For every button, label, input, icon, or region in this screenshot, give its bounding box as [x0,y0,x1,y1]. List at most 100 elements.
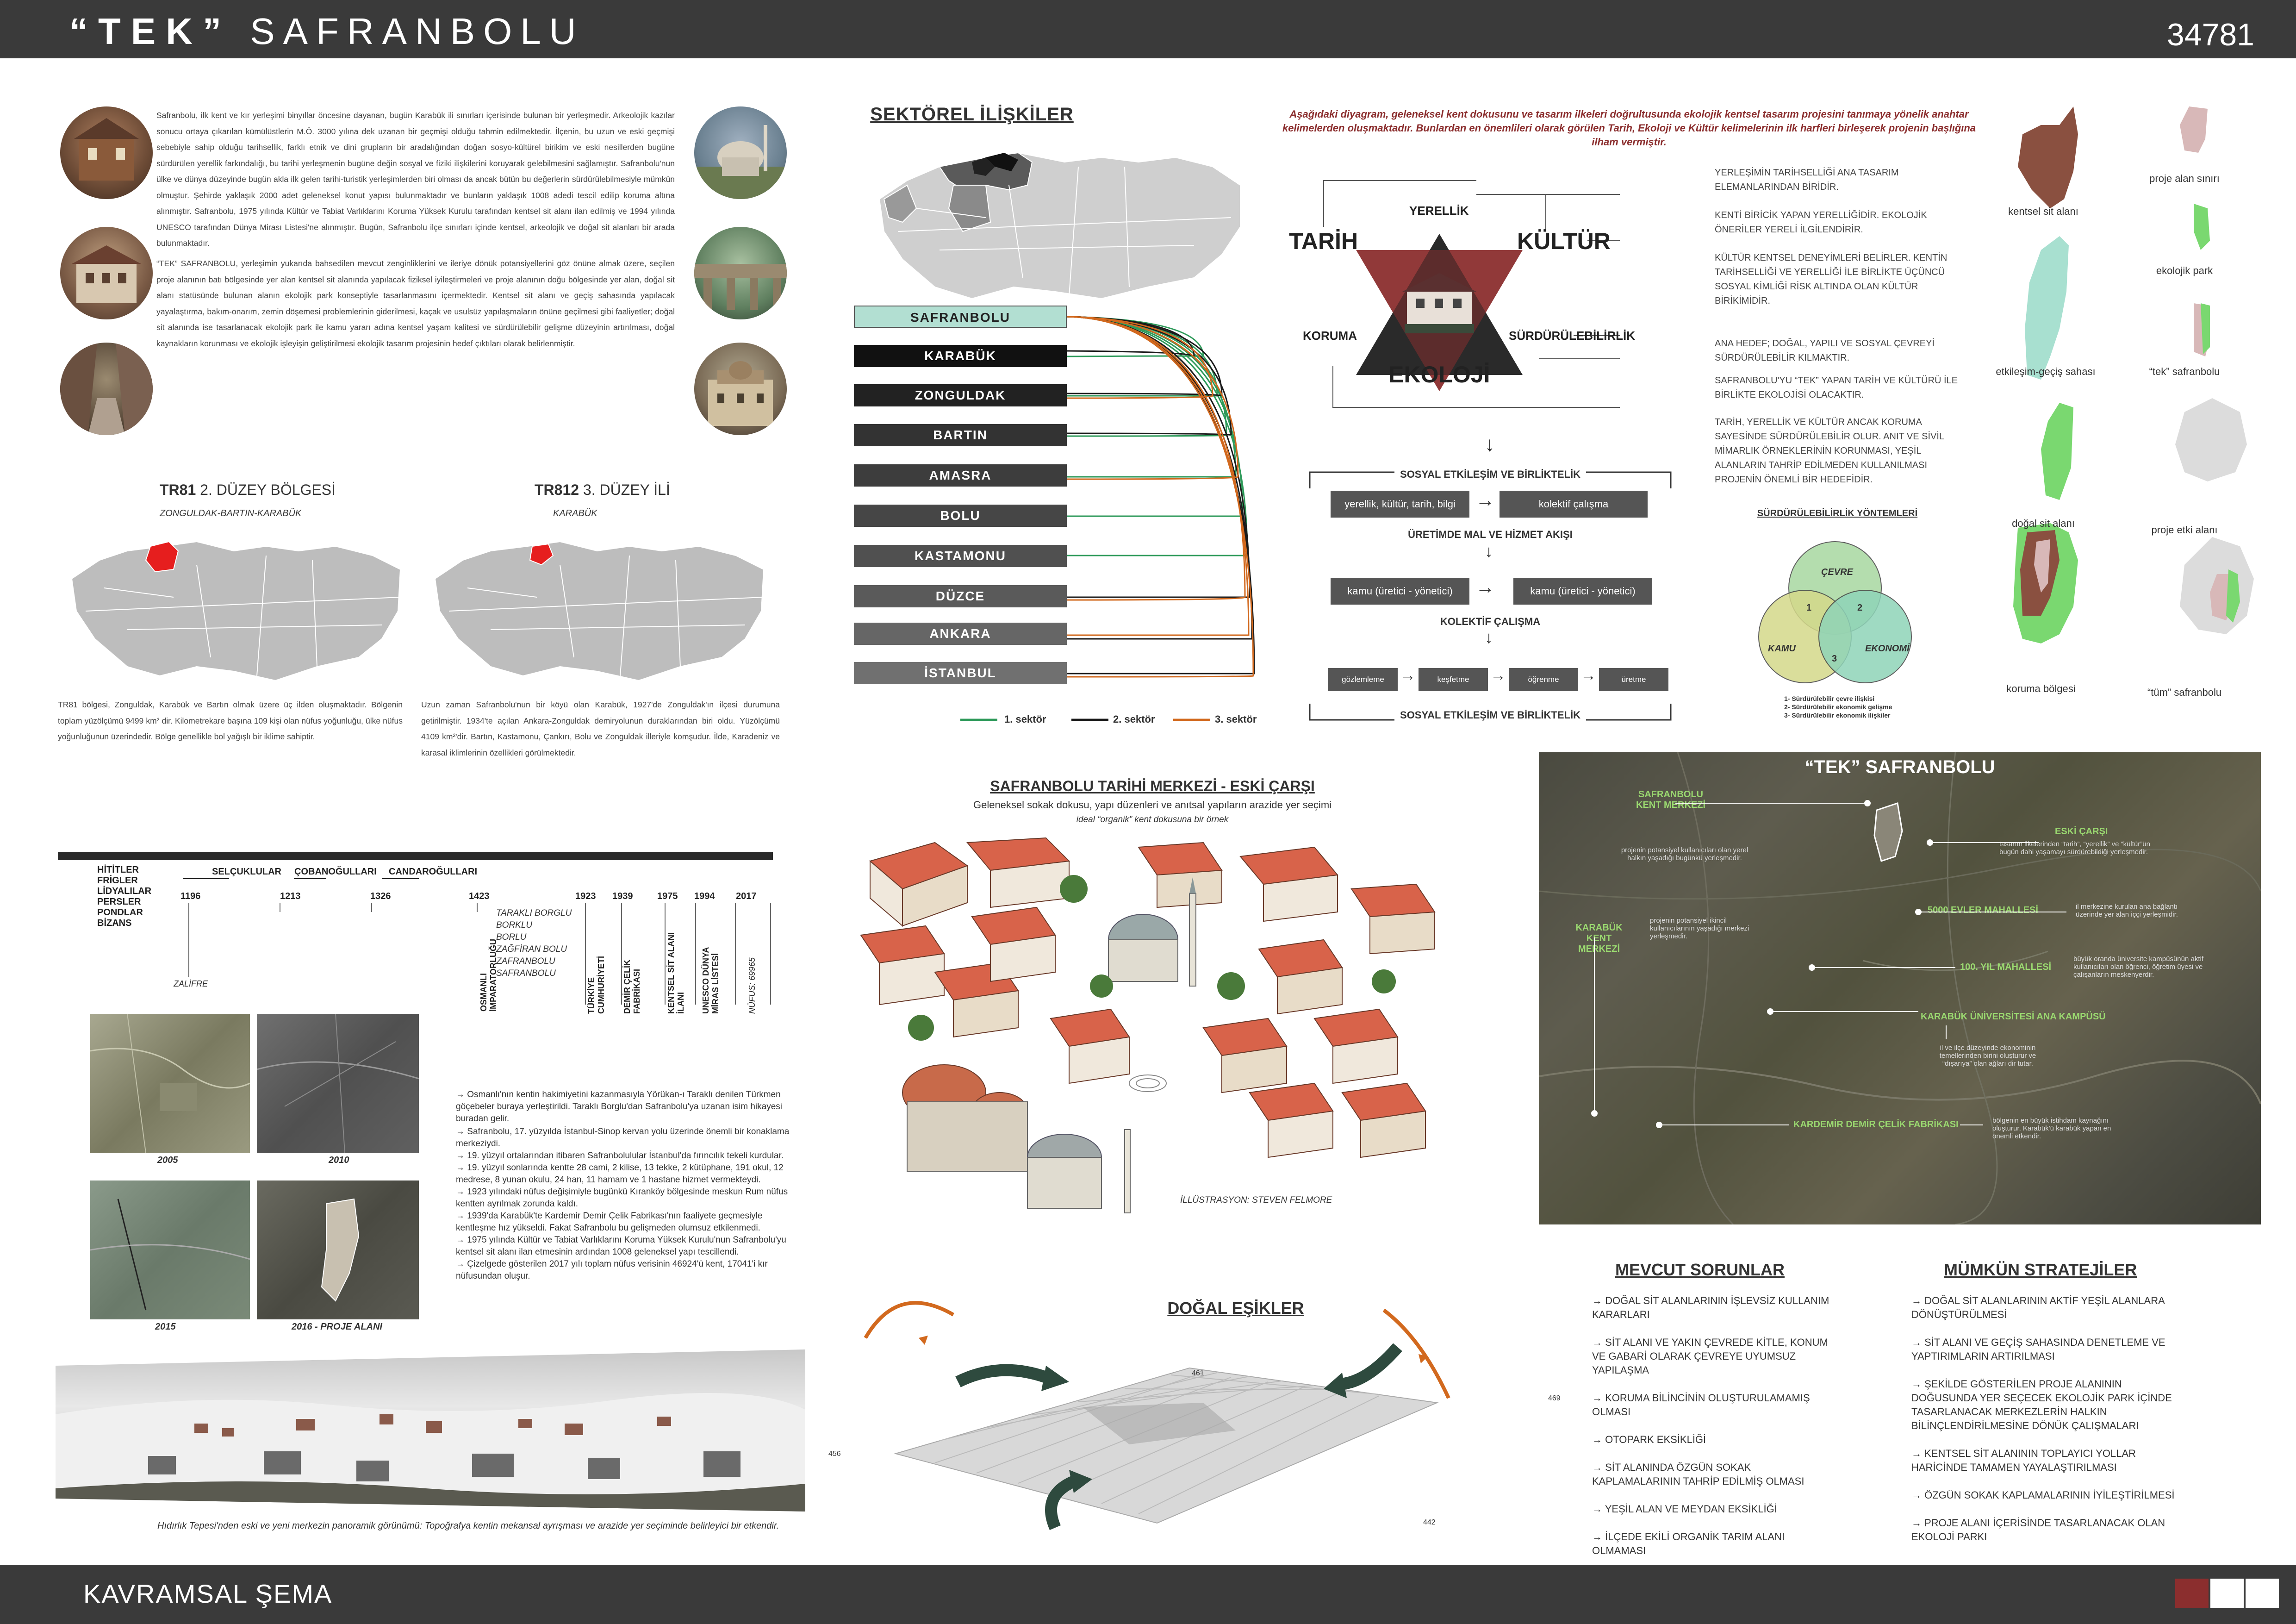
footer-swatch-1 [2175,1579,2209,1608]
venn-n2: 2 [1857,603,1863,613]
strategies-title: MÜMKÜN STRATEJİLER [1944,1260,2137,1279]
timeline-ticks [183,878,419,879]
satellite-2016 [257,1181,419,1319]
tr81-subtitle: ZONGULDAK-BARTIN-KARABÜK [160,508,302,518]
footer-swatch-2 [2210,1579,2244,1608]
satellite-2010 [256,1013,419,1153]
arrow-1: → [1475,489,1495,511]
note-koruma: TARİH, YERELLİK VE KÜLTÜR ANCAK KORUMA S… [1715,417,1944,485]
elev-469: 469 [1548,1394,1561,1402]
year-1939: 1939 [612,891,633,901]
elev-442: 442 [1423,1518,1436,1526]
word-kultur: KÜLTÜR [1517,228,1611,254]
legend-sector-3: 3. sektör [1215,713,1257,725]
map-tr812 [434,541,765,681]
venn-ekonomi: EKONOMİ [1865,643,1910,654]
thumb-building [694,343,787,435]
venn-cevre: ÇEVRE [1821,567,1853,577]
thresholds-diagram [864,1301,1450,1530]
sector-duzce: DÜZCE [854,585,1067,607]
sector-bolu: BOLU [854,505,1067,527]
concept-notes: YERLEŞİMİN TARİHSELLİĞİ ANA TASARIM ELEM… [1715,166,1965,487]
step-arrow-1: → [1400,667,1416,684]
timeline-drop-lines [188,903,771,1005]
sector-links [1066,316,1255,678]
concept-intro: Aşağıdaki diyagram, geleneksel kent doku… [1282,108,1976,148]
tr812-subtitle: KARABÜK [553,508,597,518]
legend-sector-2: 2. sektör [1113,713,1155,725]
arrow-down-1: ↓ [1485,542,1493,561]
legend-koruma: koruma bölgesi [2006,683,2076,694]
venn-kamu: KAMU [1768,643,1796,654]
social-mid-label-2: KOLEKTİF ÇALIŞMA [1440,616,1541,627]
note-tarih: YERLEŞİMİN TARİHSELLİĞİ ANA TASARIM ELEM… [1715,168,1899,192]
note-yerellik: KENTİ BİRİCİK YAPAN YERELLİĞİDİR. EKOLOJ… [1715,210,1927,235]
vt-unesco: UNESCO DÜNYA MİRAS LİSTESİ [701,947,720,1014]
vt-nufus: NÜFUS: 69965 [747,957,757,1014]
footer-title: KAVRAMSAL ŞEMA [83,1579,333,1608]
word-koruma: KORUMA [1303,329,1357,343]
sector-kastamonu: KASTAMONU [854,545,1067,567]
problems-list: → DOĞAL SİT ALANLARININ İŞLEVSİZ KULLANI… [1592,1295,1829,1556]
header-bar: “TEK” SAFRANBOLU 34781 [0,0,2296,58]
thumb-house-2 [60,227,153,319]
word-ekoloji: EKOLOJİ [1388,362,1490,387]
sector-ankara: ANKARA [854,623,1067,645]
sector-istanbul: İSTANBUL [854,662,1067,684]
venn-title: SÜRDÜRÜLEBİLİRLİK YÖNTEMLERİ [1757,508,1918,518]
concept-down-arrow: ↓ [1485,433,1495,456]
sectoral-title: SEKTÖREL İLİŞKİLER [870,104,1074,125]
panorama-photo [56,1349,805,1512]
elev-461: 461 [1192,1369,1204,1377]
sector-karabuk: KARABÜK [854,345,1067,367]
year-1975: 1975 [657,891,678,901]
step-ogrenme: öğrenme [1509,668,1578,691]
box-yerellik: yerellik, kültür, tarih, bilgi [1331,491,1469,518]
project-code: 34781 [2166,17,2254,52]
venn-diagram [1758,541,1912,683]
intro-paragraph-1: Safranbolu, ilk kent ve kır yerleşimi bi… [156,111,675,248]
tr81-title: TR81 2. DÜZEY BÖLGESİ [160,481,336,498]
sector-safranbolu: SAFRANBOLU [854,306,1067,328]
page-title: “TEK” SAFRANBOLU [69,11,585,52]
arrow-down-2: ↓ [1485,628,1493,647]
sat-label-2010: 2010 [329,1155,349,1165]
legend-kentsel-sit: kentsel sit alanı [2008,206,2078,217]
bazaar-credit: İLLÜSTRASYON: STEVEN FELMORE [1180,1195,1332,1205]
bazaar-title: SAFRANBOLU TARİHİ MERKEZİ - ESKİ ÇARŞI [990,778,1315,794]
sectoral-map [878,152,1241,300]
legend-tum: “tüm” safranbolu [2147,687,2222,698]
social-mid-label-1: ÜRETİMDE MAL VE HİZMET AKIŞI [1408,529,1573,540]
satellite-2015 [90,1181,250,1319]
word-tarih: TARİH [1289,228,1358,254]
sat-label-2015: 2015 [155,1322,176,1332]
map-tr81 [71,541,401,681]
sector-amasra: AMASRA [854,464,1067,487]
zalifre-label: ZALİFRE [174,979,208,988]
bazaar-sub2: ideal “organik” kent dokusuna bir örnek [1076,815,1229,824]
year-1326: 1326 [370,891,391,901]
step-kesfetme: keşfetme [1419,668,1488,691]
venn-n3: 3 [1832,654,1837,664]
bazaar-sub: Geleneksel sokak dokusu, yapı düzenleri … [973,799,1332,811]
legend-etkilesim: etkileşim-geçiş sahası [1996,366,2096,377]
thumb-mosque [694,106,787,199]
step-gozlemleme: gözlemleme [1328,668,1398,691]
box-kolektif: kolektif çalışma [1500,491,1648,518]
step-arrow-2: → [1490,667,1506,684]
footer-swatch-3 [2246,1579,2279,1608]
intro-paragraph-2: “TEK” SAFRANBOLU, yerleşimin yukarıda ba… [156,259,675,348]
thumb-aqueduct [694,227,787,319]
note-surdurulebilirlik: ANA HEDEF; DOĞAL, YAPILI VE SOSYAL ÇEVRE… [1715,338,1935,363]
timeline-names: TARAKLI BORGLU BORKLU BORLU ZAĞFİRAN BOL… [496,908,572,978]
vt-cumhuriyet: TÜRKİYE CUMHURİYETİ [587,956,606,1014]
legend-proje-alan: proje alan sınırı [2149,173,2220,184]
social-bottom-label: SOSYAL ETKİLEŞİM VE BİRLİKTELİK [1300,709,1680,721]
legend-sector-1: 1. sektör [1004,713,1046,725]
step-arrow-3: → [1580,667,1596,684]
tr81-text: TR81 bölgesi, Zonguldak, Karabük ve Bart… [58,700,403,741]
word-yerellik: YERELLİK [1409,204,1469,218]
tek-map-leaders [1591,800,2066,1128]
map-legend-shapes [2013,106,2254,643]
legend-ekolojik-park: ekolojik park [2156,265,2213,276]
